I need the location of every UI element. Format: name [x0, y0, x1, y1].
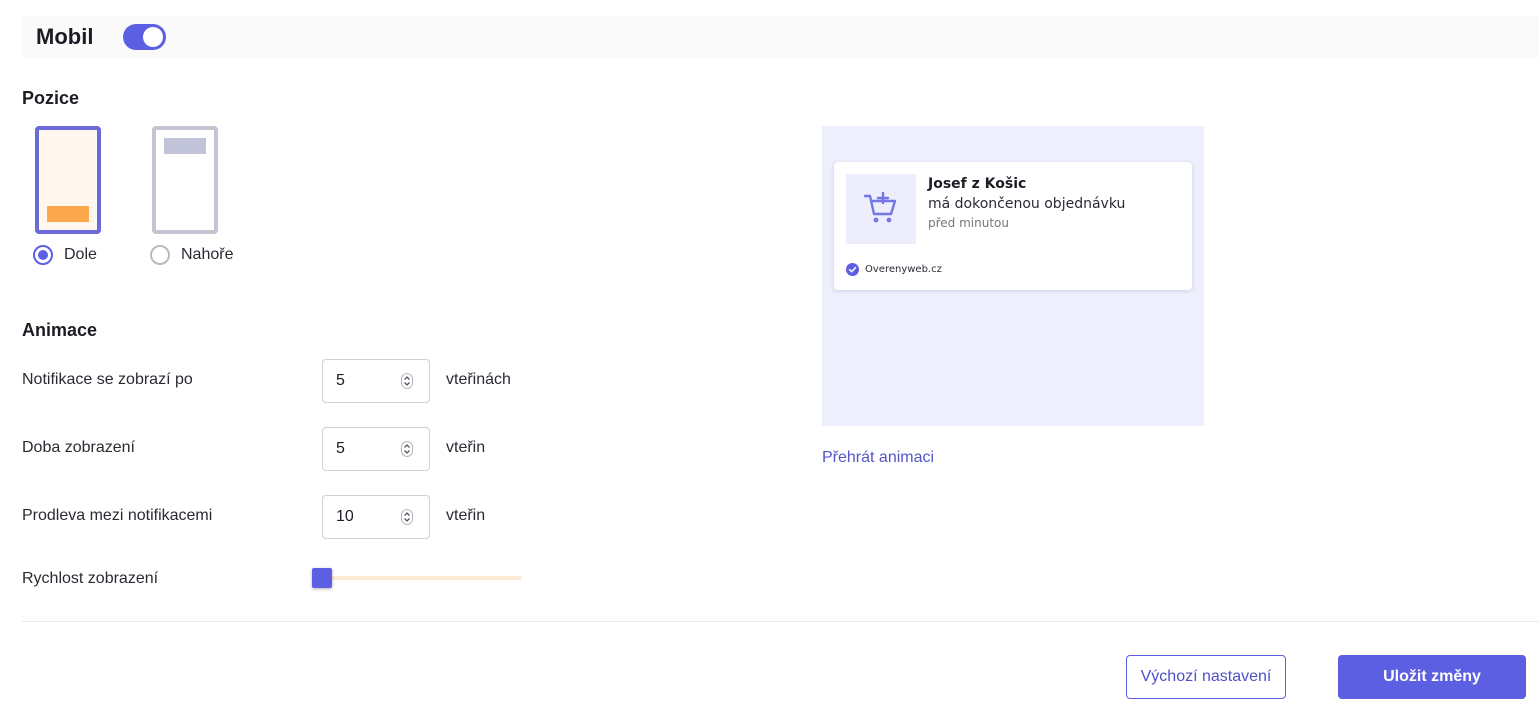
verified-check-icon [846, 263, 859, 276]
notification-brand: Overenyweb.cz [846, 263, 942, 276]
cart-plus-icon [863, 191, 897, 223]
speed-slider-track[interactable] [322, 576, 522, 580]
interval-label: Prodleva mezi notifikacemi [22, 507, 213, 524]
notification-action: má dokončenou objednávku [928, 196, 1126, 212]
speed-label: Rychlost zobrazení [22, 570, 159, 587]
position-top-card[interactable] [152, 126, 218, 234]
interval-value: 10 [336, 508, 354, 525]
spinner-icon[interactable] [401, 373, 413, 389]
radio-label-top: Nahoře [181, 246, 234, 263]
delay-label: Notifikace se zobrazí po [22, 371, 193, 388]
notification-name: Josef z Košic [928, 176, 1027, 192]
spinner-icon[interactable] [401, 509, 413, 525]
duration-unit: vteřin [446, 439, 486, 456]
reset-defaults-button[interactable]: Výchozí nastavení [1126, 655, 1286, 699]
position-top-bar [164, 138, 206, 154]
footer-divider [22, 621, 1539, 622]
radio-circle-checked [33, 245, 53, 265]
radio-position-bottom[interactable]: Dole [33, 245, 97, 265]
notification-card: Josef z Košic má dokončenou objednávku p… [834, 162, 1192, 290]
position-title: Pozice [22, 88, 80, 108]
interval-unit: vteřin [446, 507, 486, 524]
brand-label: Overenyweb.cz [865, 264, 942, 275]
notification-preview: Josef z Košic má dokončenou objednávku p… [822, 126, 1204, 426]
interval-input[interactable]: 10 [322, 495, 430, 539]
position-bottom-bar [47, 206, 89, 222]
save-changes-button[interactable]: Uložit změny [1338, 655, 1526, 699]
position-bottom-card[interactable] [35, 126, 101, 234]
radio-circle [150, 245, 170, 265]
notification-time: před minutou [928, 216, 1009, 230]
notification-thumb [846, 174, 916, 244]
mobile-section-header: Mobil [22, 16, 1539, 58]
delay-unit: vteřinách [446, 371, 511, 388]
radio-position-top[interactable]: Nahoře [150, 245, 233, 265]
radio-label-bottom: Dole [64, 246, 97, 263]
speed-slider-thumb[interactable] [312, 568, 332, 588]
duration-input[interactable]: 5 [322, 427, 430, 471]
mobile-toggle[interactable] [123, 24, 167, 50]
delay-value: 5 [336, 372, 345, 389]
delay-input[interactable]: 5 [322, 359, 430, 403]
spinner-icon[interactable] [401, 441, 413, 457]
play-animation-link[interactable]: Přehrát animaci [822, 449, 934, 467]
duration-value: 5 [336, 440, 345, 457]
section-title-mobile: Mobil [36, 24, 94, 49]
toggle-knob [143, 27, 164, 47]
duration-label: Doba zobrazení [22, 439, 135, 456]
animation-title: Animace [22, 320, 98, 340]
